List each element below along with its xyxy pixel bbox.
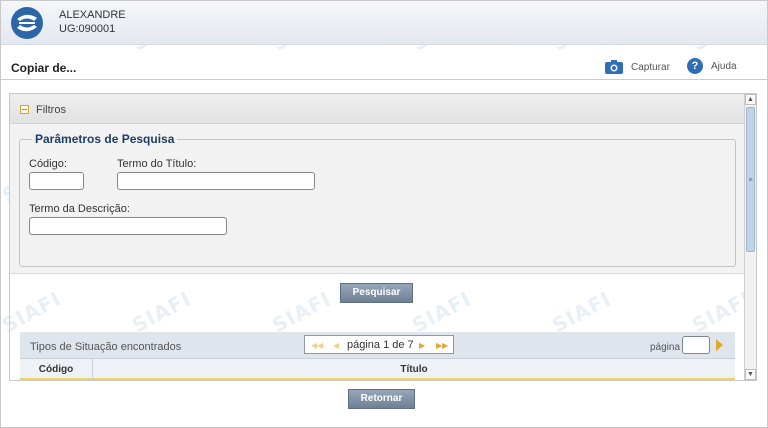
app-header: ALEXANDRE UG:090001 [1,1,767,45]
results-panel: Tipos de Situação encontrados ◀◀ ◀ págin… [20,332,735,380]
results-title: Tipos de Situação encontrados [30,341,182,353]
capturar-button[interactable]: Capturar [605,60,670,74]
titulo-label: Termo do Título: [117,158,197,170]
next-page-icon[interactable]: ▶ [419,341,425,350]
content-scroll-area[interactable]: Filtros Parâmetros de Pesquisa Código: T… [9,93,757,381]
last-page-icon[interactable]: ▶▶ [436,341,448,350]
page-go-icon[interactable] [716,339,723,351]
pager-text: página 1 de 7 [347,339,414,351]
filtros-panel: Filtros Parâmetros de Pesquisa Código: T… [10,94,745,274]
ajuda-button[interactable]: ? Ajuda [687,58,737,74]
filtros-header[interactable]: Filtros [10,94,745,124]
scroll-thumb[interactable]: ≡ [746,107,755,252]
scroll-down-icon[interactable]: ▼ [745,369,756,380]
help-icon: ? [687,58,703,74]
column-header-titulo[interactable]: Título [93,364,735,375]
table-header: Código Título [20,358,735,380]
title-bar: Copiar de... Capturar ? Ajuda [1,54,767,80]
codigo-label: Código: [29,158,67,170]
user-name: ALEXANDRE [59,9,126,21]
camera-icon [605,60,623,74]
page-jump-label: página [650,342,681,353]
user-ug: UG:090001 [59,23,116,35]
siafi-logo-icon [11,7,43,39]
pesquisar-button[interactable]: Pesquisar [340,283,413,303]
retornar-button[interactable]: Retornar [348,389,415,409]
filtros-label: Filtros [36,104,66,116]
page-jump-input[interactable] [682,336,710,354]
collapse-icon[interactable] [20,105,29,114]
search-parameters-legend: Parâmetros de Pesquisa [32,132,178,146]
pager: ◀◀ ◀ página 1 de 7 ▶ ▶▶ [304,335,454,354]
descricao-input[interactable] [29,217,227,235]
capturar-label: Capturar [631,61,670,73]
first-page-icon[interactable]: ◀◀ [311,341,323,350]
vertical-scrollbar[interactable]: ▲ ≡ ▼ [744,94,756,380]
descricao-label: Termo da Descrição: [29,203,130,215]
ajuda-label: Ajuda [711,60,737,72]
page-title: Copiar de... [11,61,77,75]
column-header-codigo[interactable]: Código [20,364,92,375]
prev-page-icon[interactable]: ◀ [333,341,339,350]
scroll-up-icon[interactable]: ▲ [745,94,756,105]
codigo-input[interactable] [29,172,84,190]
titulo-input[interactable] [117,172,315,190]
